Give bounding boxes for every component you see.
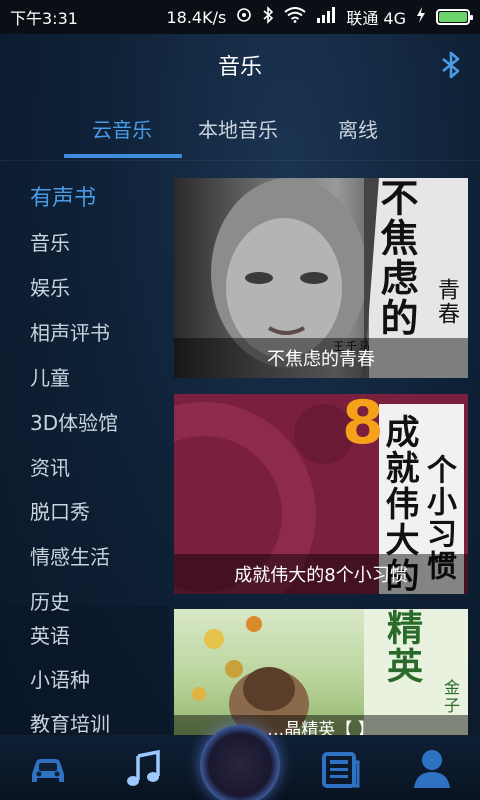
cover-title: 精英 [381,609,423,685]
album-card-3[interactable]: 精英 金子 …晶精英【 】 [174,609,468,739]
battery-fill [439,12,467,22]
sidebar-item-education[interactable]: 教育培训 [30,708,110,735]
sidebar-item-3d[interactable]: 3D体验馆 [30,407,118,436]
status-bar: 下午3:31 18.4K/s 联通 4G [0,0,480,34]
sidebar-item-history[interactable]: 历史 [30,586,70,615]
sidebar-item-music[interactable]: 音乐 [30,227,70,256]
title-bar: 音乐 [0,34,480,96]
tab-bar: 云音乐 本地音乐 离线 [0,100,480,160]
cover-author: 金子 [441,679,460,715]
sidebar-item-children[interactable]: 儿童 [30,362,70,391]
divider [0,160,480,161]
tab-local-music[interactable]: 本地音乐 [198,114,278,143]
bluetooth-icon[interactable] [440,50,462,80]
tab-cloud-music[interactable]: 云音乐 [92,114,152,143]
status-time: 下午3:31 [10,9,78,28]
signal-icon [316,7,336,27]
sidebar-item-entertainment[interactable]: 娱乐 [30,272,70,301]
bluetooth-icon [262,6,274,28]
sidebar-item-english[interactable]: 英语 [30,620,70,649]
album-card-2[interactable]: 8 成就伟大的 个小习惯 成就伟大的8个小习惯 [174,394,468,594]
car-icon[interactable] [24,746,72,792]
music-note-icon[interactable] [120,746,168,792]
category-sidebar: 有声书 音乐 娱乐 相声评书 儿童 3D体验馆 资讯 脱口秀 情感生活 历史 英… [0,170,170,735]
sidebar-item-crosstalk[interactable]: 相声评书 [30,317,110,346]
charging-icon [416,7,426,27]
wifi-icon [284,7,306,27]
tab-active-indicator [64,154,182,158]
sidebar-item-news[interactable]: 资讯 [30,452,70,481]
user-icon[interactable] [408,746,456,792]
status-right: 18.4K/s 联通 4G [166,5,473,29]
carrier-label: 联通 4G [346,9,406,28]
screen: 下午3:31 18.4K/s 联通 4G 音乐 云音乐 本地音乐 离线 有声书 … [0,0,480,800]
network-speed: 18.4K/s [166,7,227,27]
voice-orb-icon[interactable] [200,725,280,800]
cover-subtitle: 青春 [434,278,459,326]
sidebar-item-minor-languages[interactable]: 小语种 [30,664,90,693]
sidebar-item-audiobook[interactable]: 有声书 [30,180,96,212]
sidebar-item-emotion[interactable]: 情感生活 [30,541,110,570]
tab-offline[interactable]: 离线 [338,114,378,143]
page-title: 音乐 [217,55,262,80]
sidebar-item-talkshow[interactable]: 脱口秀 [30,496,90,525]
card-caption: 成就伟大的8个小习惯 [174,554,468,594]
newspaper-icon[interactable] [316,746,364,792]
album-card-1[interactable]: 不焦虑的 青春 王千马 不焦虑的青春 [174,178,468,378]
compass-icon [236,7,252,27]
card-caption: 不焦虑的青春 [174,338,468,378]
cover-title: 不焦虑的 [374,178,419,338]
battery-icon [436,9,473,25]
